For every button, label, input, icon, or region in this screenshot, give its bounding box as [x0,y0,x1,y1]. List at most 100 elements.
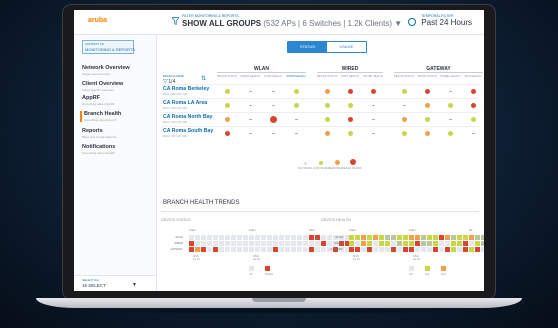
heatmap-cell[interactable] [201,235,206,240]
status-cell[interactable] [416,129,438,138]
status-cell[interactable] [316,101,338,110]
sidebar-item-apprf[interactable]: AppRF Something about AppRF [82,95,154,106]
branch-name[interactable]: CA Roma Berkeley [163,86,209,92]
heatmap-cell[interactable] [373,241,378,246]
heatmap-cell[interactable] [267,241,272,246]
heatmap-cell[interactable] [303,241,308,246]
heatmap-cell[interactable] [475,247,480,252]
status-cell[interactable] [439,129,461,138]
heatmap-cell[interactable] [219,247,224,252]
heatmap-cell[interactable] [207,235,212,240]
status-cell[interactable] [362,129,384,138]
sidebar-item-branch-health[interactable]: Branch Health Something about branch [80,111,156,122]
heatmap-cell[interactable] [379,235,384,240]
sidebar-item-client-overview[interactable]: Client Overview Client-specific summary [82,81,154,92]
heatmap-cell[interactable] [279,241,284,246]
heatmap-cell[interactable] [403,241,408,246]
app-logo[interactable]: arubaCentral [88,17,122,204]
heatmap-cell[interactable] [451,235,456,240]
heatmap-cell[interactable] [403,235,408,240]
tab-status[interactable]: STATUS [288,42,327,52]
heatmap-cell[interactable] [195,247,200,252]
heatmap-cell[interactable] [261,247,266,252]
heatmap-cell[interactable] [243,247,248,252]
heatmap-cell[interactable] [195,241,200,246]
heatmap-cell[interactable] [297,247,302,252]
heatmap-cell[interactable] [397,235,402,240]
heatmap-cell[interactable] [201,241,206,246]
status-cell[interactable] [339,115,361,124]
sidebar-item-notifications[interactable]: Notifications Something about AppRF [82,144,154,155]
heatmap-cell[interactable] [291,241,296,246]
table-row[interactable]: CA Roma Berkeley ROLL | SW | AP | GW [161,84,479,98]
heatmap-cell[interactable] [355,247,360,252]
heatmap-cell[interactable] [285,247,290,252]
status-cell[interactable] [239,101,261,110]
heatmap-cell[interactable] [415,235,420,240]
column-header[interactable]: RADIO HEALTH [285,75,307,78]
heatmap-cell[interactable] [379,241,384,246]
status-cell[interactable] [462,115,484,124]
table-row[interactable]: CA Roma LA Area ROLL | SW | AP | GW [161,98,479,112]
heatmap-cell[interactable] [219,241,224,246]
heatmap-cell[interactable] [189,235,194,240]
heatmap-cell[interactable] [285,241,290,246]
status-cell[interactable] [262,129,284,138]
heatmap-cell[interactable] [267,235,272,240]
heatmap-cell[interactable] [457,247,462,252]
heatmap-cell[interactable] [463,241,468,246]
heatmap-cell[interactable] [439,235,444,240]
status-cell[interactable] [462,87,484,96]
heatmap-cell[interactable] [469,241,474,246]
heatmap-cell[interactable] [249,235,254,240]
heatmap-cell[interactable] [267,247,272,252]
heatmap-cell[interactable] [273,247,278,252]
heatmap-cell[interactable] [469,235,474,240]
heatmap-cell[interactable] [249,247,254,252]
heatmap-cell[interactable] [273,241,278,246]
heatmap-cell[interactable] [255,247,260,252]
filter-icon[interactable]: ⇅ [201,75,206,82]
heatmap-cell[interactable] [225,235,230,240]
heatmap-cell[interactable] [415,241,420,246]
status-cell[interactable] [262,101,284,110]
heatmap-cell[interactable] [315,241,320,246]
heatmap-cell[interactable] [195,235,200,240]
select-box[interactable]: SELECT ALL 16 SELECT ▼ [74,275,156,291]
heatmap-cell[interactable] [373,247,378,252]
heatmap-cell[interactable] [189,247,194,252]
heatmap-cell[interactable] [457,241,462,246]
heatmap-cell[interactable] [231,235,236,240]
heatmap-cell[interactable] [315,247,320,252]
heatmap-cell[interactable] [463,247,468,252]
heatmap-cell[interactable] [367,235,372,240]
status-cell[interactable] [239,129,261,138]
heatmap-cell[interactable] [397,241,402,246]
status-cell[interactable] [285,115,307,124]
heatmap-cell[interactable] [451,247,456,252]
heatmap-cell[interactable] [213,241,218,246]
heatmap-cell[interactable] [379,247,384,252]
status-cell[interactable] [393,115,415,124]
heatmap-cell[interactable] [385,235,390,240]
heatmap-cell[interactable] [213,247,218,252]
heatmap-cell[interactable] [309,247,314,252]
heatmap-cell[interactable] [457,235,462,240]
status-cell[interactable] [362,87,384,96]
heatmap-cell[interactable] [279,247,284,252]
status-cell[interactable] [393,129,415,138]
heatmap-cell[interactable] [481,235,484,240]
heatmap-cell[interactable] [213,235,218,240]
status-cell[interactable] [285,87,307,96]
status-cell[interactable] [216,87,238,96]
heatmap-cell[interactable] [207,241,212,246]
heatmap-cell[interactable] [481,247,484,252]
heatmap-cell[interactable] [445,247,450,252]
heatmap-cell[interactable] [219,235,224,240]
heatmap-cell[interactable] [303,235,308,240]
branch-name[interactable]: CA Roma North Bay [163,114,212,120]
heatmap-cell[interactable] [433,247,438,252]
heatmap-cell[interactable] [349,235,354,240]
sidebar-item-network-overview[interactable]: Network Overview Single-view summary [82,65,154,76]
status-cell[interactable] [416,101,438,110]
